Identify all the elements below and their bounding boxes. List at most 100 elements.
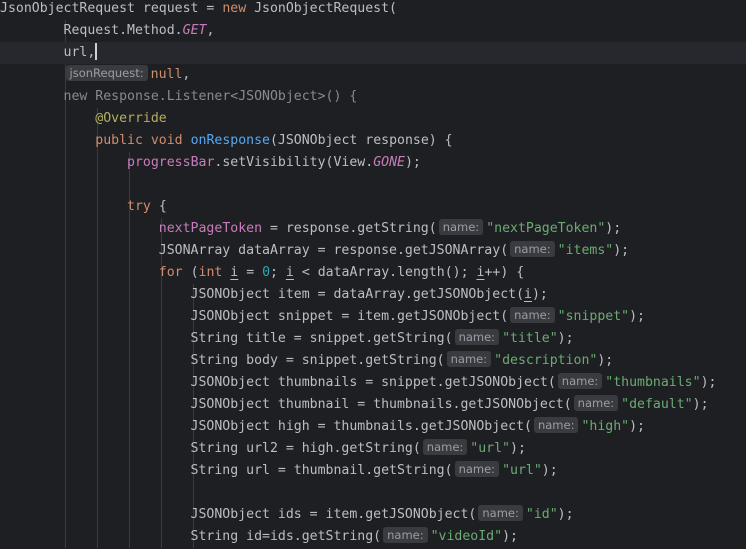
parameter-name-hint: name: — [510, 307, 555, 323]
code-token: "snippet" — [557, 309, 630, 324]
parameter-name-hint: name: — [510, 241, 555, 257]
code-line[interactable]: JSONObject ids = item.getJSONObject(name… — [0, 504, 746, 526]
code-token: "id" — [525, 507, 558, 522]
code-token: new Response.Listener<JSONObject>() { — [63, 89, 358, 104]
code-token: ); — [404, 155, 421, 170]
code-line[interactable]: try { — [0, 196, 746, 218]
code-token: ); — [541, 463, 558, 478]
parameter-name-hint: name: — [573, 395, 619, 411]
code-token: "videoId" — [430, 529, 503, 544]
code-editor[interactable]: JsonObjectRequest request = new JsonObje… — [0, 0, 746, 549]
parameter-name-hint: name: — [557, 373, 603, 389]
code-line[interactable]: String title = snippet.getString(name: "t… — [0, 328, 746, 350]
code-line[interactable] — [0, 482, 746, 504]
code-line[interactable] — [0, 174, 746, 196]
code-token: String url2 = high.getString( — [0, 441, 421, 456]
code-token: ); — [597, 353, 614, 368]
code-token: ); — [605, 221, 622, 236]
code-line[interactable]: jsonRequest: null, — [0, 64, 746, 86]
code-token: ++) { — [484, 265, 525, 280]
code-token: (JSONObject response) { — [269, 133, 453, 148]
code-token: ); — [510, 441, 526, 456]
code-line[interactable]: JSONObject thumbnail = thumbnails.getJSO… — [0, 394, 746, 416]
code-token: String url = thumbnail.getString( — [0, 463, 453, 478]
code-line[interactable]: String url2 = high.getString(name: "url")… — [0, 438, 746, 460]
code-line[interactable]: public void onResponse(JSONObject respon… — [0, 130, 746, 152]
code-line[interactable]: JSONArray dataArray = response.getJSONAr… — [0, 240, 746, 262]
code-line[interactable]: JSONObject item = dataArray.getJSONObjec… — [0, 284, 746, 306]
parameter-name-hint: name: — [383, 527, 428, 543]
code-token: nextPageToken — [158, 221, 263, 236]
code-token: JSONObject item = dataArray.getJSONObjec… — [0, 287, 525, 302]
parameter-name-hint: name: — [446, 351, 492, 367]
code-token: ); — [692, 397, 709, 412]
parameter-name-hint: name: — [478, 505, 523, 521]
parameter-name-hint: jsonRequest: — [65, 65, 148, 81]
parameter-name-hint: name: — [454, 329, 500, 345]
code-token: for — [158, 265, 183, 280]
code-line[interactable]: for (int i = 0; i < dataArray.length(); … — [0, 262, 746, 284]
code-token: @Override — [95, 111, 167, 126]
code-token: .setVisibility(View. — [214, 155, 374, 170]
code-token: ); — [557, 331, 574, 346]
code-line[interactable]: String id=ids.getString(name: "videoId"); — [0, 526, 746, 548]
text-caret — [95, 42, 98, 60]
code-token: GET — [182, 23, 207, 38]
parameter-name-hint: name: — [438, 219, 484, 235]
code-token: ); — [557, 507, 574, 522]
code-token: null — [150, 67, 183, 82]
code-token: = — [238, 265, 263, 280]
code-line[interactable]: String url = thumbnail.getString(name: "u… — [0, 460, 746, 482]
code-token: ); — [531, 287, 548, 302]
code-line[interactable]: url, — [0, 42, 746, 64]
code-token: JsonObjectRequest( — [246, 1, 397, 16]
code-token: new — [222, 1, 247, 16]
code-token: < dataArray.length(); — [293, 265, 477, 280]
code-token: try — [127, 199, 151, 214]
code-line[interactable]: nextPageToken = response.getString(name:… — [0, 218, 746, 240]
code-line[interactable]: JSONObject thumbnails = snippet.getJSONO… — [0, 372, 746, 394]
code-token: i — [285, 265, 294, 280]
code-line[interactable]: JsonObjectRequest request = new JsonObje… — [0, 0, 746, 20]
parameter-name-hint: name: — [533, 417, 579, 433]
code-token: int — [198, 265, 223, 280]
code-token: "url" — [502, 463, 542, 478]
code-token: progressBar — [127, 155, 215, 170]
code-token: String body = snippet.getString( — [0, 353, 445, 368]
code-token: "url" — [470, 441, 510, 456]
code-token: { — [150, 199, 167, 214]
code-line[interactable]: String body = snippet.getString(name: "de… — [0, 350, 746, 372]
code-token: "description" — [494, 353, 598, 368]
code-token: "thumbnails" — [605, 375, 701, 390]
code-line[interactable]: new Response.Listener<JSONObject>() { — [0, 86, 746, 108]
parameter-name-hint: name: — [422, 439, 468, 455]
code-token: JSONObject snippet = item.getJSONObject( — [0, 309, 509, 324]
code-token: ); — [629, 309, 645, 324]
parameter-name-hint: name: — [454, 461, 500, 477]
code-token: String id=ids.getString( — [0, 529, 382, 544]
code-line[interactable]: JSONObject high = thumbnails.getJSONObje… — [0, 416, 746, 438]
code-token: public void — [95, 133, 183, 148]
code-token: Request.Method. — [0, 23, 183, 38]
code-line[interactable]: progressBar.setVisibility(View.GONE); — [0, 152, 746, 174]
code-token: JSONObject thumbnail = thumbnails.getJSO… — [0, 397, 572, 412]
code-token: i — [524, 287, 532, 302]
code-token: JsonObjectRequest request = — [0, 1, 223, 16]
code-token: GONE — [373, 155, 405, 170]
code-token: JSONObject high = thumbnails.getJSONObje… — [0, 419, 532, 434]
code-line[interactable]: @Override — [0, 108, 746, 130]
code-token: , — [206, 23, 215, 38]
code-token: 0 — [262, 265, 271, 280]
code-token: "default" — [621, 397, 693, 412]
code-token: "title" — [502, 331, 558, 346]
code-line[interactable]: JSONObject snippet = item.getJSONObject(… — [0, 306, 746, 328]
code-line[interactable]: Request.Method.GET, — [0, 20, 746, 42]
code-token: "nextPageToken" — [486, 221, 606, 236]
code-token: = response.getString( — [262, 221, 437, 236]
